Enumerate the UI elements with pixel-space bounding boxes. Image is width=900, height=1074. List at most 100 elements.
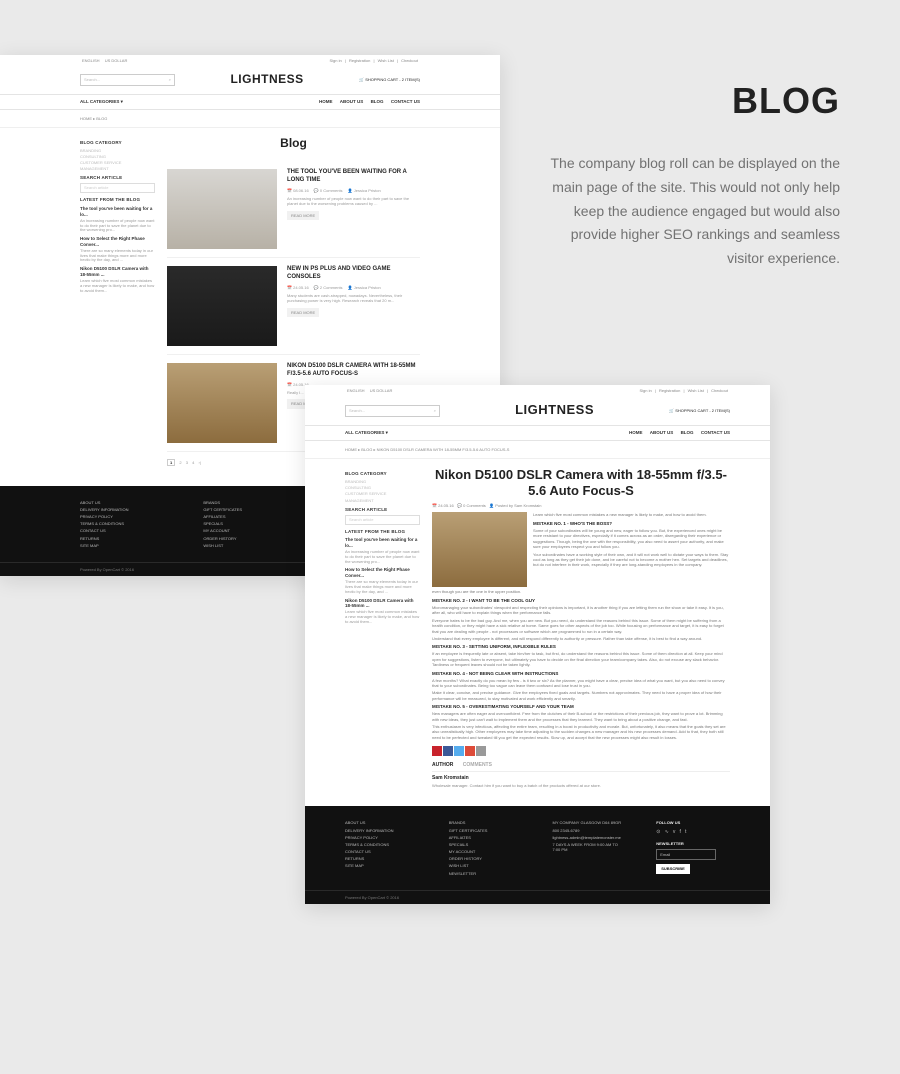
- post-title[interactable]: NIKON D5100 DSLR CAMERA WITH 18-55MM F/3…: [287, 363, 420, 379]
- social-rss-icon[interactable]: ∿: [665, 829, 669, 835]
- logo[interactable]: LIGHTNESS: [515, 402, 594, 419]
- footer-link[interactable]: ABOUT US: [345, 820, 419, 825]
- footer-link[interactable]: CONTACT US: [80, 528, 173, 533]
- tab-comments[interactable]: COMMENTS: [463, 762, 492, 768]
- footer-link[interactable]: TERMS & CONDITIONS: [345, 842, 419, 847]
- nav-about[interactable]: ABOUT US: [340, 99, 364, 104]
- footer-link[interactable]: DELIVERY INFORMATION: [80, 507, 173, 512]
- social-twitter-icon[interactable]: t: [685, 829, 686, 835]
- footer-link[interactable]: WISH LIST: [449, 863, 523, 868]
- social-instagram-icon[interactable]: ⊙: [656, 829, 660, 835]
- latest-link[interactable]: The tool you've been waiting for a lo...: [80, 206, 155, 218]
- search-icon[interactable]: ⌕: [434, 408, 436, 413]
- footer-link[interactable]: TERMS & CONDITIONS: [80, 521, 173, 526]
- logo[interactable]: LIGHTNESS: [230, 72, 303, 88]
- nav-about[interactable]: ABOUT US: [650, 430, 674, 435]
- footer-link[interactable]: GIFT CERTIFICATES: [203, 507, 296, 512]
- read-more-button[interactable]: READ MORE: [287, 308, 319, 317]
- page-1[interactable]: 1: [167, 459, 175, 466]
- footer-link[interactable]: NEWSLETTER: [449, 871, 523, 876]
- footer-link[interactable]: MY ACCOUNT: [203, 528, 296, 533]
- post-title[interactable]: NEW IN PS PLUS AND VIDEO GAME CONSOLES: [287, 266, 420, 282]
- social-facebook-icon[interactable]: f: [680, 829, 681, 835]
- subscribe-button[interactable]: SUBSCRIBE: [656, 864, 690, 873]
- footer-link[interactable]: DELIVERY INFORMATION: [345, 828, 419, 833]
- checkout-link[interactable]: Checkout: [711, 388, 728, 393]
- signin-link[interactable]: Sign in: [329, 58, 341, 63]
- article-search-input[interactable]: Search article: [345, 515, 420, 525]
- footer-link[interactable]: PRIVACY POLICY: [345, 835, 419, 840]
- email-input[interactable]: Email: [656, 849, 716, 860]
- page-4[interactable]: 4: [192, 460, 194, 465]
- footer-link[interactable]: BRANDS: [203, 500, 296, 505]
- search-input[interactable]: Search... ⌕: [345, 405, 440, 417]
- tab-author[interactable]: AUTHOR: [432, 762, 453, 768]
- footer-link[interactable]: ORDER HISTORY: [449, 856, 523, 861]
- cat-consulting[interactable]: CONSULTING: [345, 485, 420, 490]
- post-title[interactable]: THE TOOL YOU'VE BEEN WAITING FOR A LONG …: [287, 169, 420, 185]
- footer-link[interactable]: SITE MAP: [345, 863, 419, 868]
- footer-link[interactable]: AFFILIATES: [203, 514, 296, 519]
- read-more-button[interactable]: READ MORE: [287, 211, 319, 220]
- register-link[interactable]: Registration: [659, 388, 680, 393]
- search-icon[interactable]: ⌕: [169, 77, 171, 82]
- checkout-link[interactable]: Checkout: [401, 58, 418, 63]
- latest-link[interactable]: How to Select the Right Phase Conver...: [345, 567, 420, 579]
- article-search-input[interactable]: Search article: [80, 183, 155, 193]
- latest-link[interactable]: Nikon D5100 DSLR Camera with 18-55mm ...: [345, 598, 420, 610]
- footer-link[interactable]: BRANDS: [449, 820, 523, 825]
- all-categories-dropdown[interactable]: ALL CATEGORIES ▾: [345, 430, 388, 436]
- cat-customer[interactable]: CUSTOMER SERVICE: [80, 160, 155, 165]
- social-vimeo-icon[interactable]: v: [673, 829, 676, 835]
- share-icon[interactable]: [476, 746, 486, 756]
- page-2[interactable]: 2: [179, 460, 181, 465]
- pinterest-icon[interactable]: [432, 746, 442, 756]
- footer-link[interactable]: ABOUT US: [80, 500, 173, 505]
- footer-link[interactable]: SPECIALS: [449, 842, 523, 847]
- footer-link[interactable]: SITE MAP: [80, 543, 173, 548]
- latest-link[interactable]: How to Select the Right Phase Conver...: [80, 236, 155, 248]
- google-icon[interactable]: [465, 746, 475, 756]
- wishlist-link[interactable]: Wish List: [688, 388, 704, 393]
- footer-link[interactable]: PRIVACY POLICY: [80, 514, 173, 519]
- facebook-icon[interactable]: [443, 746, 453, 756]
- nav-home[interactable]: HOME: [629, 430, 643, 435]
- post-thumbnail[interactable]: [167, 266, 277, 346]
- post-thumbnail[interactable]: [167, 169, 277, 249]
- twitter-icon[interactable]: [454, 746, 464, 756]
- register-link[interactable]: Registration: [349, 58, 370, 63]
- footer-link[interactable]: ORDER HISTORY: [203, 536, 296, 541]
- crumb-blog[interactable]: BLOG: [361, 447, 372, 452]
- post-thumbnail[interactable]: [167, 363, 277, 443]
- footer-link[interactable]: MY ACCOUNT: [449, 849, 523, 854]
- nav-contact[interactable]: CONTACT US: [701, 430, 730, 435]
- crumb-home[interactable]: HOME: [80, 116, 92, 121]
- footer-link[interactable]: RETURNS: [345, 856, 419, 861]
- cat-customer[interactable]: CUSTOMER SERVICE: [345, 491, 420, 496]
- lang-switch[interactable]: ENGLISH: [347, 388, 365, 393]
- nav-home[interactable]: HOME: [319, 99, 333, 104]
- cat-branding[interactable]: BRANDING: [345, 479, 420, 484]
- wishlist-link[interactable]: Wish List: [378, 58, 394, 63]
- cat-management[interactable]: MANAGEMENT: [80, 166, 155, 171]
- currency-switch[interactable]: US DOLLAR: [105, 58, 128, 63]
- cat-branding[interactable]: BRANDING: [80, 148, 155, 153]
- cat-management[interactable]: MANAGEMENT: [345, 498, 420, 503]
- cart-button[interactable]: 🛒 SHOPPING CART - 2 ITEM(S): [669, 408, 730, 413]
- footer-link[interactable]: WISH LIST: [203, 543, 296, 548]
- cat-consulting[interactable]: CONSULTING: [80, 154, 155, 159]
- all-categories-dropdown[interactable]: ALL CATEGORIES ▾: [80, 99, 123, 105]
- crumb-home[interactable]: HOME: [345, 447, 357, 452]
- page-next[interactable]: ›|: [198, 460, 200, 465]
- footer-link[interactable]: GIFT CERTIFICATES: [449, 828, 523, 833]
- footer-link[interactable]: AFFILIATES: [449, 835, 523, 840]
- latest-link[interactable]: The tool you've been waiting for a lo...: [345, 537, 420, 549]
- crumb-blog[interactable]: BLOG: [96, 116, 107, 121]
- footer-link[interactable]: SPECIALS: [203, 521, 296, 526]
- nav-blog[interactable]: BLOG: [371, 99, 384, 104]
- cart-button[interactable]: 🛒 SHOPPING CART - 2 ITEM(S): [359, 77, 420, 82]
- currency-switch[interactable]: US DOLLAR: [370, 388, 393, 393]
- nav-blog[interactable]: BLOG: [681, 430, 694, 435]
- search-input[interactable]: Search... ⌕: [80, 74, 175, 86]
- latest-link[interactable]: Nikon D5100 DSLR Camera with 18-55mm ...: [80, 266, 155, 278]
